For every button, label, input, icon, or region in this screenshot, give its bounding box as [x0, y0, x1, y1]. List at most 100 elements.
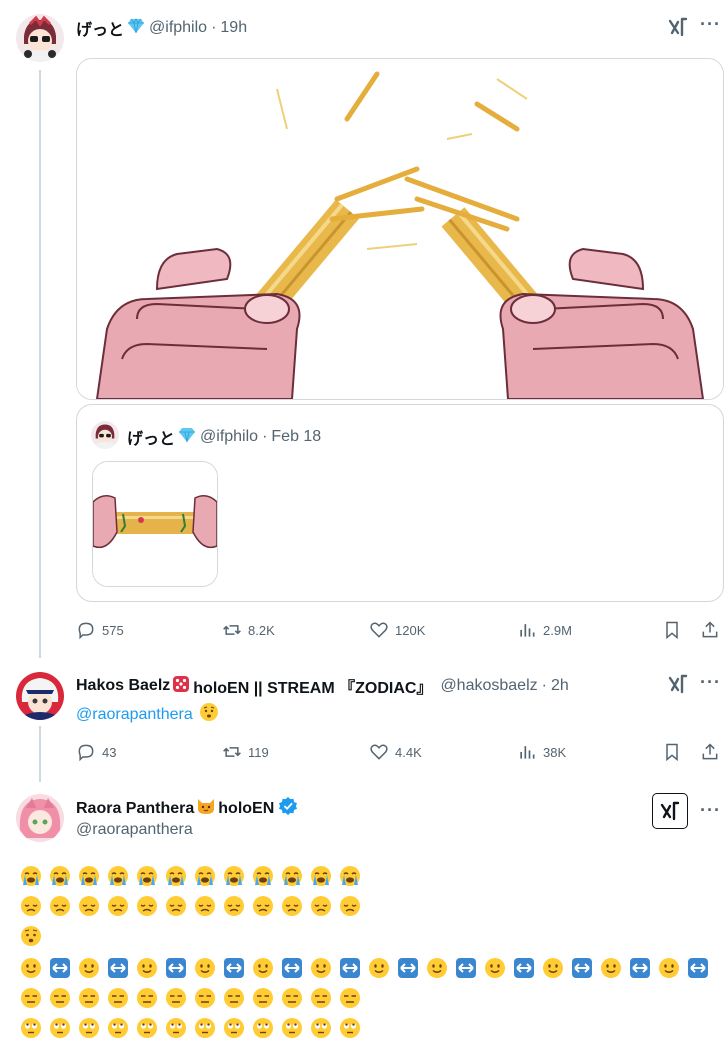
separator: · [541, 677, 547, 694]
share-icon [702, 743, 718, 760]
share-icon [702, 621, 718, 638]
worried-face-icon [199, 702, 219, 727]
grok-icon[interactable] [665, 14, 691, 40]
quote-avatar [91, 421, 119, 449]
reply-button[interactable]: 43 [76, 737, 116, 767]
avatar[interactable] [16, 14, 64, 62]
heart-icon [370, 622, 388, 638]
thread-line [39, 70, 41, 658]
cat-face-icon [196, 797, 216, 820]
left-right-arrow-icon [335, 954, 364, 982]
handle[interactable]: @raorapanthera [76, 821, 193, 839]
left-right-arrow-icon [509, 954, 538, 982]
disappointed-face-icon [16, 892, 45, 920]
more-options-icon[interactable]: ··· [700, 672, 721, 693]
slightly-smiling-face-icon [422, 954, 451, 982]
view-count: 2.9M [543, 622, 572, 638]
face-with-rolling-eyes-icon [277, 1014, 306, 1042]
post-header: Hakos Baelz holoEN || STREAM 『ZODIAC』 @h… [76, 674, 569, 698]
disappointed-face-icon [103, 892, 132, 920]
loudly-crying-face-icon [132, 862, 161, 890]
separator: · [211, 19, 217, 36]
expressionless-face-icon [219, 984, 248, 1012]
share-button[interactable] [700, 737, 720, 767]
verified-badge-icon [278, 796, 298, 821]
mention-link[interactable]: @raorapanthera [76, 706, 193, 724]
loudly-crying-face-icon [161, 862, 190, 890]
handle[interactable]: @ifphilo [149, 19, 207, 37]
reply-icon [78, 622, 94, 640]
emoji-line-worried [16, 922, 45, 950]
expressionless-face-icon [16, 984, 45, 1012]
post-image[interactable] [76, 58, 724, 400]
quoted-post[interactable]: げっと @ifphilo · Feb 18 [76, 404, 724, 602]
reply-count: 575 [102, 622, 124, 638]
grok-icon[interactable] [652, 793, 688, 829]
disappointed-face-icon [335, 892, 364, 920]
worried-face-icon [16, 922, 45, 950]
timestamp[interactable]: 2h [551, 677, 569, 695]
emoji-line-smile-arrows [16, 954, 712, 982]
reply-button[interactable]: 575 [76, 615, 124, 645]
face-with-rolling-eyes-icon [132, 1014, 161, 1042]
post-header: げっと @ifphilo · 19h [76, 16, 247, 40]
loudly-crying-face-icon [16, 862, 45, 890]
avatar[interactable] [16, 672, 64, 720]
loudly-crying-face-icon [219, 862, 248, 890]
slightly-smiling-face-icon [538, 954, 567, 982]
face-with-rolling-eyes-icon [16, 1014, 45, 1042]
disappointed-face-icon [45, 892, 74, 920]
handle[interactable]: @hakosbaelz [440, 677, 537, 695]
expressionless-face-icon [45, 984, 74, 1012]
quote-header: げっと @ifphilo · Feb 18 [127, 425, 321, 449]
expressionless-face-icon [132, 984, 161, 1012]
disappointed-face-icon [132, 892, 161, 920]
display-name-suffix[interactable]: holoEN || STREAM 『ZODIAC』 [193, 674, 432, 698]
loudly-crying-face-icon [248, 862, 277, 890]
disappointed-face-icon [248, 892, 277, 920]
slightly-smiling-face-icon [190, 954, 219, 982]
views-icon [520, 746, 535, 759]
post-header: Raora Panthera holoEN [76, 796, 298, 821]
display-name[interactable]: げっと [76, 16, 124, 40]
heart-icon [370, 744, 388, 760]
like-count: 120K [395, 622, 426, 638]
loudly-crying-face-icon [74, 862, 103, 890]
quote-image[interactable] [92, 461, 218, 587]
left-right-arrow-icon [567, 954, 596, 982]
post-text: @raorapanthera [76, 702, 219, 727]
display-name-suffix[interactable]: holoEN [218, 800, 274, 818]
bookmark-button[interactable] [662, 615, 682, 645]
bookmark-button[interactable] [662, 737, 682, 767]
bookmark-icon [666, 743, 678, 762]
share-button[interactable] [700, 615, 720, 645]
face-with-rolling-eyes-icon [248, 1014, 277, 1042]
expressionless-face-icon [306, 984, 335, 1012]
more-options-icon[interactable]: ··· [700, 800, 721, 821]
reply-count: 43 [102, 744, 117, 760]
left-right-arrow-icon [277, 954, 306, 982]
repost-count: 119 [248, 744, 269, 760]
display-name[interactable]: Raora Panthera [76, 800, 194, 818]
post-actions: 575 8.2K 120K 2.9M [76, 615, 724, 645]
views-button[interactable]: 2.9M [517, 615, 572, 645]
repost-button[interactable]: 8.2K [222, 615, 275, 645]
timestamp[interactable]: 19h [220, 19, 247, 37]
like-button[interactable]: 4.4K [369, 737, 422, 767]
more-options-icon[interactable]: ··· [700, 14, 721, 35]
left-right-arrow-icon [683, 954, 712, 982]
face-with-rolling-eyes-icon [219, 1014, 248, 1042]
separator: · [262, 428, 268, 445]
display-name[interactable]: Hakos Baelz [76, 677, 170, 695]
views-button[interactable]: 38K [517, 737, 566, 767]
left-right-arrow-icon [103, 954, 132, 982]
slightly-smiling-face-icon [480, 954, 509, 982]
slightly-smiling-face-icon [16, 954, 45, 982]
emoji-line-crying [16, 862, 364, 890]
grok-icon[interactable] [665, 671, 691, 697]
avatar[interactable] [16, 794, 64, 842]
gem-icon [127, 17, 145, 39]
like-button[interactable]: 120K [369, 615, 425, 645]
repost-button[interactable]: 119 [222, 737, 269, 767]
loudly-crying-face-icon [45, 862, 74, 890]
